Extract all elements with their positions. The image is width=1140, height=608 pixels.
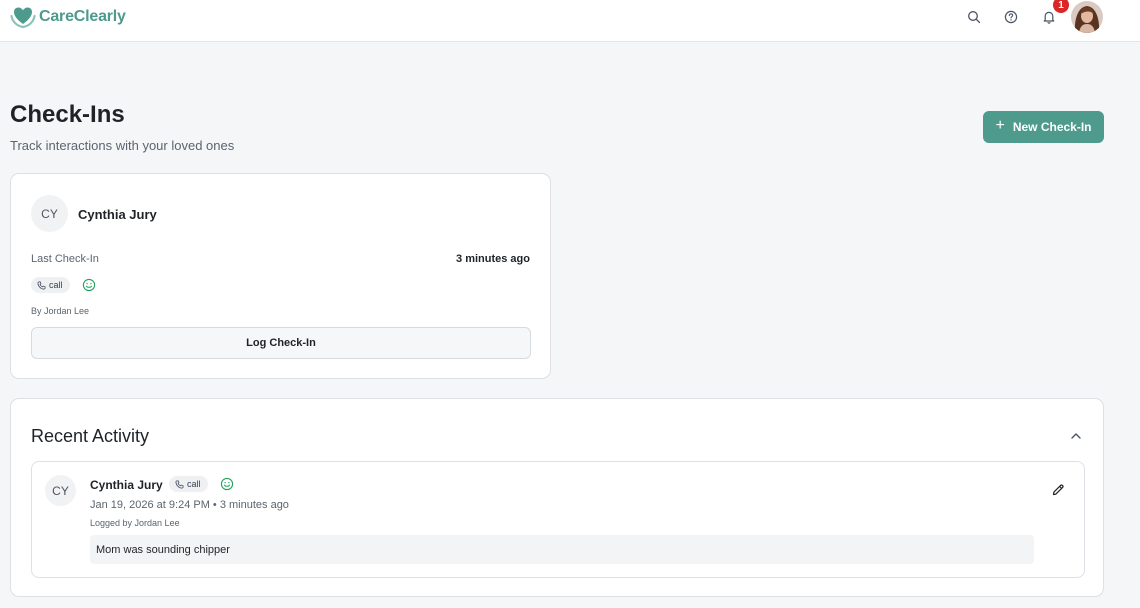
help-button[interactable] xyxy=(1001,7,1021,27)
phone-icon xyxy=(175,480,184,488)
brand-name: CareClearly xyxy=(39,8,126,25)
activity-note: Mom was sounding chipper xyxy=(90,535,1034,564)
activity-initials-avatar: CY xyxy=(45,475,76,506)
check-in-type-badge: call xyxy=(31,277,70,293)
notification-count-badge: 1 xyxy=(1053,0,1069,13)
activity-contact-name: Cynthia Jury xyxy=(90,478,163,492)
search-button[interactable] xyxy=(964,7,984,27)
page-title: Check-Ins xyxy=(10,101,125,128)
last-check-in-label: Last Check-In xyxy=(31,253,99,265)
new-check-in-button[interactable]: + New Check-In xyxy=(983,111,1104,143)
user-photo-icon xyxy=(1071,1,1103,33)
contact-initials-avatar: CY xyxy=(31,195,68,232)
help-icon xyxy=(1004,10,1018,24)
page-subtitle: Track interactions with your loved ones xyxy=(10,138,235,153)
brand-logo[interactable]: CareClearly xyxy=(10,5,126,29)
recent-activity-title: Recent Activity xyxy=(31,426,150,446)
check-in-author: By Jordan Lee xyxy=(31,306,90,316)
log-check-in-button[interactable]: Log Check-In xyxy=(31,327,531,359)
check-in-type-label: call xyxy=(49,280,63,290)
search-icon xyxy=(968,11,981,24)
user-avatar[interactable] xyxy=(1071,1,1103,33)
check-in-card: CY Cynthia Jury Last Check-In 3 minutes … xyxy=(10,173,551,379)
new-check-in-label: New Check-In xyxy=(1012,120,1092,134)
activity-type-badge: call xyxy=(169,476,208,492)
smile-icon xyxy=(82,278,96,292)
bell-icon xyxy=(1043,11,1055,24)
phone-icon xyxy=(37,281,46,289)
activity-timestamp: Jan 19, 2026 at 9:24 PM • 3 minutes ago xyxy=(90,499,289,511)
chevron-up-icon[interactable] xyxy=(1069,429,1083,443)
last-check-in-time: 3 minutes ago xyxy=(456,253,530,265)
heart-hands-logo-icon xyxy=(10,7,36,29)
plus-icon: + xyxy=(995,117,1005,134)
top-navigation-bar: CareClearly 1 xyxy=(0,0,1140,42)
contact-name: Cynthia Jury xyxy=(78,207,157,222)
activity-type-label: call xyxy=(187,479,201,489)
activity-logged-by: Logged by Jordan Lee xyxy=(90,518,180,528)
activity-item: CY Cynthia Jury call Jan 19, 2026 at 9:2… xyxy=(31,461,1085,578)
smile-icon xyxy=(220,477,234,491)
edit-pencil-icon[interactable] xyxy=(1051,483,1065,497)
recent-activity-panel: Recent Activity CY Cynthia Jury call Jan… xyxy=(10,398,1104,597)
